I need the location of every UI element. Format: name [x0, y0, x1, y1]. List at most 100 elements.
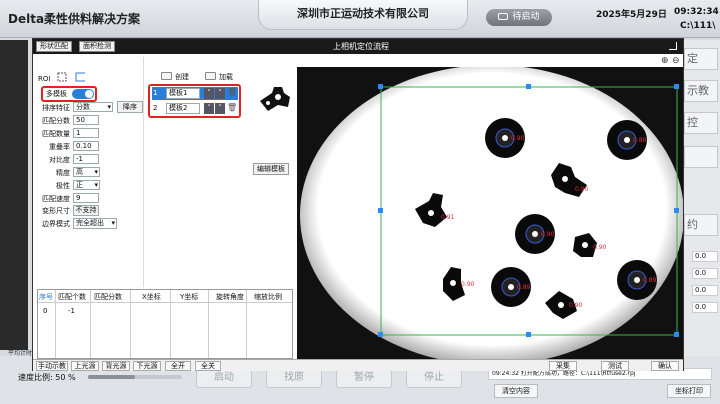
confirm-button[interactable]: 确认 — [651, 361, 679, 371]
param-label: 极性 — [56, 182, 70, 190]
manual-teach-button[interactable]: 手动示教 — [36, 361, 68, 371]
match-speed-field[interactable]: 9 — [73, 193, 99, 203]
folder-icon — [205, 72, 216, 80]
precision-select[interactable]: 高 — [73, 167, 100, 177]
param-label: 匹配分数 — [42, 117, 70, 125]
table-header: 匹配分数 — [94, 293, 122, 301]
score-label: 0.90 — [461, 281, 475, 288]
table-header: 匹配个数 — [58, 293, 86, 301]
tab-shape-match[interactable]: 形状匹配 — [36, 41, 72, 52]
start-status-button[interactable]: 待启动 — [486, 9, 552, 26]
zoom-in-icon[interactable]: ⊕ — [661, 56, 669, 66]
start-button[interactable]: 启动 — [196, 368, 252, 388]
path-text: C:\111\ — [680, 21, 716, 31]
print-coordinates-button[interactable]: 坐标打印 — [667, 384, 711, 398]
speed-slider-fill — [88, 375, 135, 379]
edit-template-button[interactable]: 编辑模板 — [253, 163, 289, 175]
template-index: 1 — [153, 89, 158, 97]
param-label: 排序特征 — [42, 104, 70, 112]
zoom-out-icon[interactable]: ⊖ — [672, 56, 680, 66]
boundary-mode-select[interactable]: 完全超出 — [73, 218, 117, 229]
roi-rect-icon[interactable] — [75, 72, 85, 82]
table-cell: -1 — [68, 307, 75, 315]
camera-icon — [498, 13, 509, 20]
header-line — [38, 302, 292, 303]
side-button-constraint[interactable]: 约 — [684, 214, 718, 236]
side-button-locate[interactable]: 定 — [684, 48, 718, 70]
speed-label: 速度比例: 50 % — [18, 373, 76, 382]
all-on-button[interactable]: 全开 — [165, 361, 191, 371]
column-line — [90, 290, 91, 358]
sort-order-button[interactable]: 降序 — [117, 101, 143, 113]
contrast-field[interactable]: -1 — [73, 154, 99, 164]
column-line — [55, 290, 56, 358]
multi-template-label: 多模板 — [46, 90, 67, 98]
home-button[interactable]: 找原 — [266, 368, 322, 388]
load-label: 加载 — [219, 73, 233, 81]
side-button-control[interactable]: 控 — [684, 112, 718, 134]
deform-size-button[interactable]: 不支持 — [73, 205, 99, 216]
score-label: 0.90 — [575, 186, 589, 193]
move-up-icon[interactable]: ˄ — [204, 88, 214, 99]
move-down-icon[interactable]: ˅ — [215, 88, 225, 99]
side-button-blank[interactable] — [684, 146, 718, 168]
template-name-field[interactable]: 模板1 — [166, 88, 200, 99]
capture-button[interactable]: 采集 — [549, 361, 577, 371]
camera-image: 0.90 0.89 0.90 0.91 0.90 0.90 0.89 0.90 … — [297, 67, 683, 359]
camera-view[interactable]: 0.90 0.89 0.90 0.91 0.90 0.90 0.89 0.90 … — [297, 67, 683, 359]
side-button-teach[interactable]: 示教 — [684, 80, 718, 102]
polarity-select[interactable]: 正 — [73, 180, 100, 190]
side-value: 0.0 — [692, 251, 718, 262]
side-value: 0.0 — [692, 302, 718, 313]
create-template-button[interactable]: 创建 — [161, 72, 189, 82]
bottom-light-button[interactable]: 下光源 — [133, 361, 161, 371]
return-icon[interactable] — [669, 42, 677, 50]
param-label: 边界模式 — [42, 220, 70, 228]
move-down-icon[interactable]: ˅ — [215, 103, 225, 114]
table-header: 序号 — [39, 293, 53, 301]
param-label: 对比度 — [49, 156, 70, 164]
dialog-bottom-bar: 手动示教 上光源 背光源 下光源 全开 全关 采集 测试 确认 — [33, 359, 683, 371]
load-template-button[interactable]: 加载 — [205, 72, 233, 82]
param-label: 匹配数量 — [42, 130, 70, 138]
all-off-button[interactable]: 全关 — [195, 361, 221, 371]
time-text: 09:32:34 — [674, 7, 719, 17]
folder-icon — [161, 72, 172, 80]
start-status-label: 待启动 — [512, 12, 540, 22]
trash-icon[interactable]: 🗑 — [227, 103, 237, 114]
dialog-title: 上相机定位流程 — [333, 42, 389, 51]
match-score-field[interactable]: 50 — [73, 115, 99, 125]
move-up-icon[interactable]: ˄ — [204, 103, 214, 114]
top-light-button[interactable]: 上光源 — [71, 361, 99, 371]
template-row[interactable]: 2 模板2 ˄ ˅ 🗑 — [152, 102, 238, 115]
column-line — [208, 290, 209, 358]
tab-area-detect[interactable]: 面积检测 — [79, 41, 115, 52]
table-cell: 0 — [43, 307, 48, 315]
template-name-field[interactable]: 模板2 — [166, 103, 200, 114]
sort-feature-select[interactable]: 分数 — [73, 102, 113, 112]
multi-template-toggle[interactable] — [72, 89, 94, 99]
company-name: 深圳市正运动技术有限公司 — [258, 0, 468, 30]
param-label: 变形尺寸 — [42, 207, 70, 215]
template-preview-image — [254, 75, 296, 119]
speed-slider[interactable] — [88, 375, 182, 379]
test-button[interactable]: 测试 — [601, 361, 629, 371]
table-header: X坐标 — [142, 293, 161, 301]
template-row[interactable]: 1 模板1 ˄ ˅ 🗑 — [152, 87, 238, 100]
overlap-field[interactable]: 0.10 — [73, 141, 99, 151]
score-label: 0.89 — [633, 137, 647, 144]
clear-log-button[interactable]: 清空内容 — [494, 384, 538, 398]
score-label: 0.90 — [569, 302, 583, 309]
back-light-button[interactable]: 背光源 — [102, 361, 130, 371]
table-header: 缩放比例 — [254, 293, 282, 301]
roi-dashed-rect-icon[interactable] — [57, 72, 67, 82]
score-label: 0.89 — [643, 277, 657, 284]
stop-button[interactable]: 停止 — [406, 368, 462, 388]
trash-icon[interactable]: 🗑 — [227, 88, 237, 99]
create-label: 创建 — [175, 73, 189, 81]
top-bar: Delta柔性供料解决方案 深圳市正运动技术有限公司 待启动 2025年5月29… — [0, 0, 720, 38]
score-label: 0.90 — [511, 135, 525, 142]
pause-button[interactable]: 暂停 — [336, 368, 392, 388]
match-count-field[interactable]: 1 — [73, 128, 99, 138]
param-label: 精度 — [56, 169, 70, 177]
